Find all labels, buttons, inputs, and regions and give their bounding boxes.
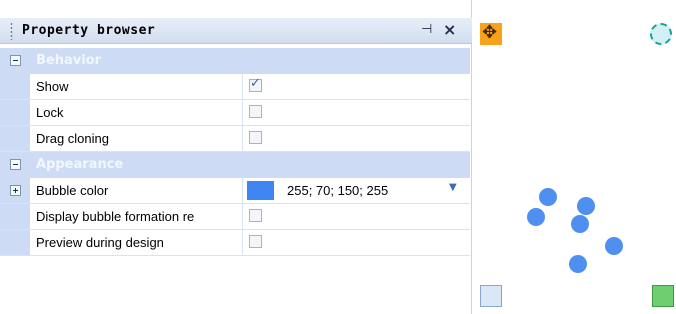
show-checkbox[interactable] <box>249 76 262 92</box>
property-row-show[interactable]: Show <box>0 74 470 100</box>
category-behavior[interactable]: Behavior <box>0 48 470 74</box>
bubble <box>569 255 587 273</box>
preview-design-checkbox[interactable] <box>249 235 262 248</box>
row-gutter <box>0 74 30 99</box>
property-row-lock[interactable]: Lock <box>0 100 470 126</box>
bubble <box>577 197 595 215</box>
row-gutter <box>0 100 30 125</box>
lock-checkbox[interactable] <box>249 105 262 118</box>
property-name: Display bubble formation re <box>36 209 195 224</box>
column-divider[interactable] <box>242 100 243 125</box>
collapse-icon[interactable] <box>10 159 21 170</box>
property-name: Show <box>36 79 69 94</box>
property-name: Bubble color <box>36 183 109 198</box>
category-label: Behavior <box>36 53 102 68</box>
property-row-drag-cloning[interactable]: Drag cloning <box>0 126 470 152</box>
property-row-preview-design[interactable]: Preview during design <box>0 230 470 256</box>
color-value[interactable]: 255; 70; 150; 255 <box>287 183 388 198</box>
property-name: Lock <box>36 105 64 120</box>
property-row-display-formation[interactable]: Display bubble formation re <box>0 204 470 230</box>
panel-title-bar: Property browser ⊣ × <box>0 18 472 44</box>
chevron-down-icon[interactable]: ▼ <box>449 182 457 193</box>
close-icon[interactable]: × <box>443 20 456 39</box>
row-gutter <box>0 178 30 203</box>
panel-title: Property browser <box>22 23 156 38</box>
row-gutter <box>0 230 30 255</box>
bubble <box>539 188 557 206</box>
display-formation-checkbox[interactable] <box>249 209 262 222</box>
property-browser-panel: Property browser ⊣ × Behavior Show Lock … <box>0 0 472 314</box>
property-name: Preview during design <box>36 235 164 250</box>
column-divider[interactable] <box>242 74 243 99</box>
column-divider[interactable] <box>242 126 243 151</box>
column-divider[interactable] <box>242 204 243 229</box>
bubble <box>605 237 623 255</box>
column-divider[interactable] <box>242 230 243 255</box>
row-gutter <box>0 204 30 229</box>
pin-icon[interactable]: ⊣ <box>421 22 432 37</box>
bubble <box>571 215 589 233</box>
property-row-bubble-color[interactable]: Bubble color 255; 70; 150; 255 ▼ <box>0 178 470 204</box>
column-divider[interactable] <box>242 178 243 203</box>
drag-grip-icon[interactable] <box>10 22 13 40</box>
row-gutter <box>0 126 30 151</box>
category-label: Appearance <box>36 157 124 172</box>
expand-icon[interactable] <box>10 185 21 196</box>
property-name: Drag cloning <box>36 131 109 146</box>
category-appearance[interactable]: Appearance <box>0 152 470 178</box>
bubbles-preview <box>527 188 623 273</box>
bubble <box>527 208 545 226</box>
drag-cloning-checkbox[interactable] <box>249 131 262 144</box>
design-canvas[interactable]: ✥ <box>472 0 676 314</box>
color-swatch[interactable] <box>247 181 274 200</box>
collapse-icon[interactable] <box>10 55 21 66</box>
